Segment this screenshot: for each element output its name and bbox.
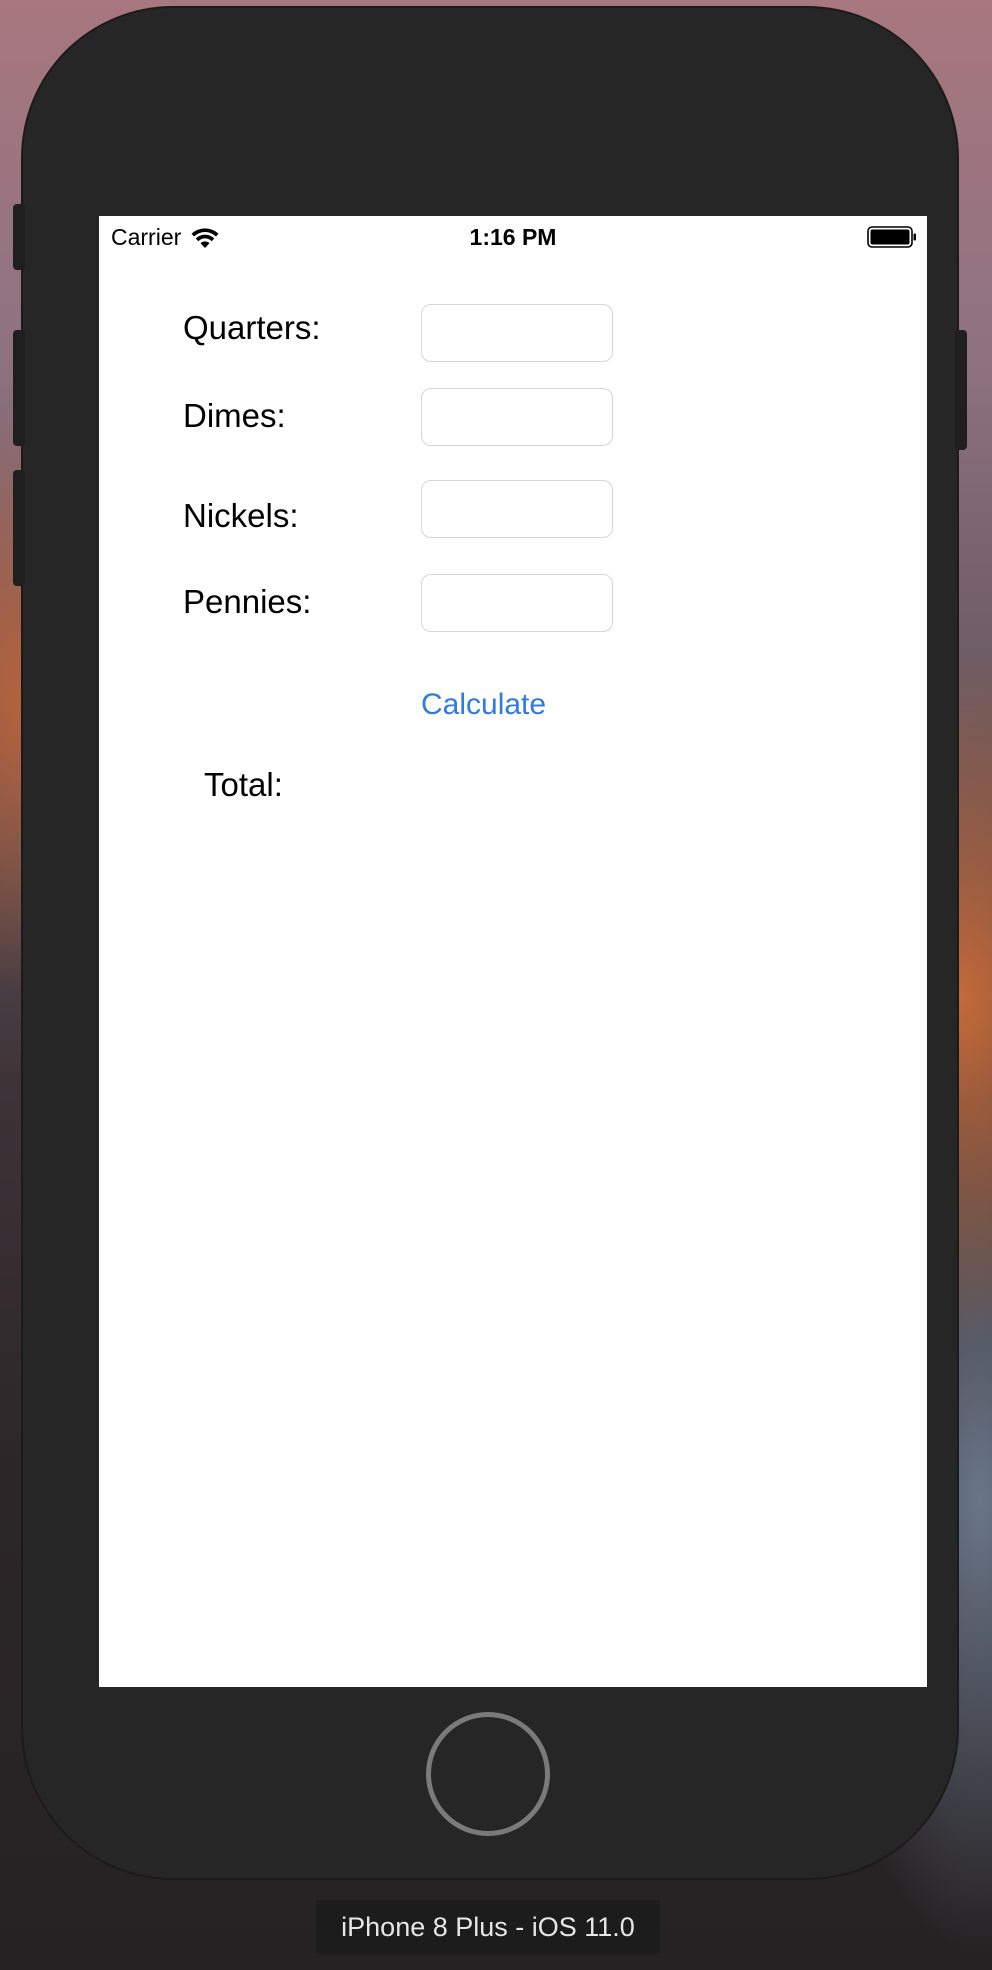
- app-screen: Carrier 1:16 PM Quarters: Dimes: Nickels…: [99, 216, 927, 1687]
- nickels-input[interactable]: [421, 480, 613, 538]
- status-bar: Carrier 1:16 PM: [99, 216, 927, 256]
- dimes-label: Dimes:: [183, 397, 286, 434]
- quarters-label: Quarters:: [183, 309, 321, 346]
- power-button: [955, 330, 967, 450]
- volume-up-button: [13, 330, 25, 446]
- dimes-input[interactable]: [421, 388, 613, 446]
- calculate-button[interactable]: Calculate: [421, 688, 546, 722]
- pennies-input[interactable]: [421, 574, 613, 632]
- nickels-label: Nickels:: [183, 497, 299, 534]
- quarters-input[interactable]: [421, 304, 613, 362]
- status-clock: 1:16 PM: [469, 224, 557, 250]
- battery-full-icon: [867, 226, 916, 248]
- device-frame: Carrier 1:16 PM Quarters: Dimes: Nickels…: [13, 8, 967, 1878]
- total-label: Total:: [204, 766, 283, 803]
- simulator-device-label: iPhone 8 Plus - iOS 11.0: [316, 1900, 660, 1954]
- mute-switch: [13, 204, 25, 270]
- home-button[interactable]: [426, 1712, 550, 1836]
- volume-down-button: [13, 470, 25, 586]
- pennies-label: Pennies:: [183, 583, 312, 620]
